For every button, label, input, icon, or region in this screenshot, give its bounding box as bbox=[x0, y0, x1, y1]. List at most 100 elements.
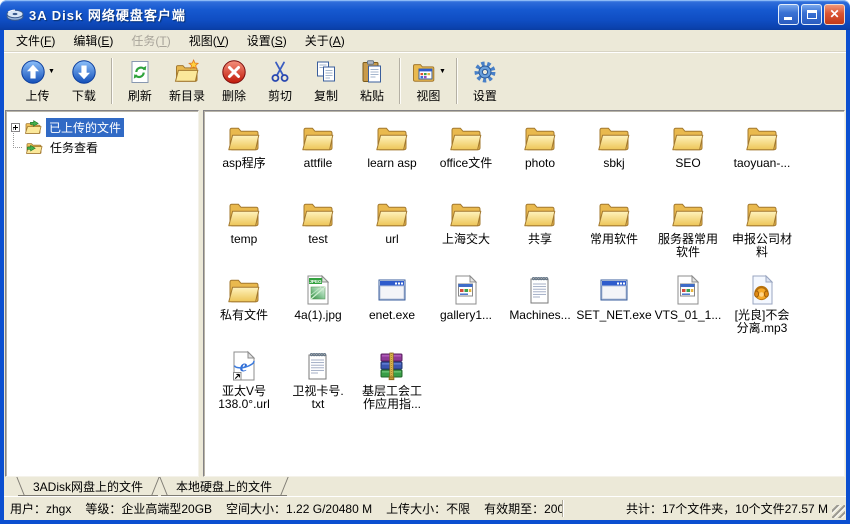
new-folder-icon bbox=[174, 59, 200, 85]
upload-button[interactable]: ▼ 上传 bbox=[14, 55, 61, 107]
rar-icon bbox=[375, 350, 409, 382]
jpeg-icon: JPEG bbox=[301, 274, 335, 306]
maximize-icon bbox=[807, 10, 817, 19]
menu-settings[interactable]: 设置(S) bbox=[238, 29, 296, 52]
file-item-exe[interactable]: enet.exe bbox=[355, 273, 429, 349]
file-item-text[interactable]: Machines... bbox=[503, 273, 577, 349]
close-button[interactable]: ✕ bbox=[824, 4, 845, 25]
status-bar: 用户：zhgx 等级：企业高端型20GB 空间大小：1.22 G/20480 M… bbox=[4, 496, 846, 520]
tree-label-task-view[interactable]: 任务查看 bbox=[47, 138, 101, 157]
copy-button[interactable]: 复制 bbox=[303, 55, 349, 107]
file-item-folder[interactable]: photo bbox=[503, 121, 577, 197]
file-label: learn asp bbox=[367, 157, 416, 170]
file-label: sbkj bbox=[603, 157, 624, 170]
file-item-rar[interactable]: 基层工会工作应用指... bbox=[355, 349, 429, 425]
file-item-folder[interactable]: taoyuan-... bbox=[725, 121, 799, 197]
view-dropdown-arrow[interactable]: ▼ bbox=[439, 68, 446, 75]
title-bar[interactable]: 3A Disk 网络硬盘客户端 ✕ bbox=[0, 0, 850, 30]
file-item-exe[interactable]: SET_NET.exe bbox=[577, 273, 651, 349]
toolbar-separator bbox=[111, 58, 113, 104]
file-label: 亚太V号138.0°.url bbox=[218, 385, 270, 411]
menu-view[interactable]: 视图(V) bbox=[180, 29, 238, 52]
file-item-folder[interactable]: temp bbox=[207, 197, 281, 273]
download-label: 下载 bbox=[72, 87, 96, 104]
download-button[interactable]: 下载 bbox=[61, 55, 107, 107]
file-item-folder[interactable]: 共享 bbox=[503, 197, 577, 273]
folder-icon bbox=[671, 122, 705, 154]
copy-icon bbox=[313, 59, 339, 85]
refresh-icon bbox=[127, 59, 153, 85]
toolbar-separator bbox=[399, 58, 401, 104]
file-label: url bbox=[385, 233, 398, 246]
file-label: temp bbox=[231, 233, 258, 246]
file-item-htmldoc[interactable]: VTS_01_1... bbox=[651, 273, 725, 349]
file-item-folder[interactable]: 上海交大 bbox=[429, 197, 503, 273]
file-label: SEO bbox=[675, 157, 700, 170]
view-icon bbox=[411, 59, 437, 85]
file-item-folder[interactable]: 私有文件 bbox=[207, 273, 281, 349]
tab-local-disk-files[interactable]: 本地硬盘上的文件 bbox=[161, 477, 287, 496]
file-item-jpeg[interactable]: JPEG 4a(1).jpg bbox=[281, 273, 355, 349]
file-label: 申报公司材料 bbox=[732, 233, 792, 259]
audio-icon bbox=[745, 274, 779, 306]
file-list-panel[interactable]: asp程序 attfile learn asp office文件 photo s… bbox=[203, 110, 845, 477]
file-item-folder[interactable]: learn asp bbox=[355, 121, 429, 197]
minimize-icon bbox=[784, 17, 792, 20]
file-item-folder[interactable]: SEO bbox=[651, 121, 725, 197]
refresh-button[interactable]: 刷新 bbox=[117, 55, 163, 107]
upload-dropdown-arrow[interactable]: ▼ bbox=[48, 68, 55, 75]
file-item-audio[interactable]: [光良]不会分离.mp3 bbox=[725, 273, 799, 349]
file-label: photo bbox=[525, 157, 555, 170]
paste-icon bbox=[359, 59, 385, 85]
file-label: taoyuan-... bbox=[734, 157, 791, 170]
file-item-folder[interactable]: 服务器常用软件 bbox=[651, 197, 725, 273]
tree-item-uploaded-files[interactable]: 已上传的文件 bbox=[8, 117, 196, 137]
main-content: 已上传的文件 任务查看 asp程序 attfile learn asp offi… bbox=[4, 110, 846, 477]
new-directory-button[interactable]: 新目录 bbox=[163, 55, 211, 107]
settings-label: 设置 bbox=[473, 87, 497, 104]
cut-button[interactable]: 剪切 bbox=[257, 55, 303, 107]
maximize-button[interactable] bbox=[801, 4, 822, 25]
menu-about[interactable]: 关于(A) bbox=[296, 29, 354, 52]
file-item-text[interactable]: 卫视卡号.txt bbox=[281, 349, 355, 425]
folder-icon bbox=[745, 122, 779, 154]
folder-tree-panel: 已上传的文件 任务查看 bbox=[5, 110, 199, 477]
paste-button[interactable]: 粘贴 bbox=[349, 55, 395, 107]
tree-item-task-view[interactable]: 任务查看 bbox=[21, 137, 196, 157]
tree-label-uploaded-files[interactable]: 已上传的文件 bbox=[46, 118, 124, 137]
delete-button[interactable]: 删除 bbox=[211, 55, 257, 107]
settings-button[interactable]: 设置 bbox=[462, 55, 508, 107]
file-item-folder[interactable]: sbkj bbox=[577, 121, 651, 197]
folder-icon bbox=[745, 198, 779, 230]
tab-network-disk-files[interactable]: 3ADisk网盘上的文件 bbox=[18, 477, 158, 496]
file-item-folder[interactable]: asp程序 bbox=[207, 121, 281, 197]
menu-edit[interactable]: 编辑(E) bbox=[64, 29, 122, 52]
file-label: 4a(1).jpg bbox=[294, 309, 341, 322]
task-view-folder-icon bbox=[26, 140, 43, 155]
delete-icon bbox=[221, 59, 247, 85]
upload-icon bbox=[20, 59, 46, 85]
menu-file[interactable]: 文件(F) bbox=[7, 29, 64, 52]
toolbar: ▼ 上传 下载 刷新 新目录 删除 剪切 bbox=[4, 52, 846, 110]
file-item-folder[interactable]: url bbox=[355, 197, 429, 273]
file-label: SET_NET.exe bbox=[576, 309, 651, 322]
file-item-folder[interactable]: 常用软件 bbox=[577, 197, 651, 273]
file-item-url[interactable]: e 亚太V号138.0°.url bbox=[207, 349, 281, 425]
file-item-folder[interactable]: attfile bbox=[281, 121, 355, 197]
file-label: enet.exe bbox=[369, 309, 415, 322]
view-button[interactable]: ▼ 视图 bbox=[405, 55, 452, 107]
folder-icon bbox=[227, 122, 261, 154]
file-item-htmldoc[interactable]: gallery1... bbox=[429, 273, 503, 349]
minimize-button[interactable] bbox=[778, 4, 799, 25]
file-grid: asp程序 attfile learn asp office文件 photo s… bbox=[204, 111, 844, 425]
refresh-label: 刷新 bbox=[128, 87, 152, 104]
file-item-folder[interactable]: office文件 bbox=[429, 121, 503, 197]
paste-label: 粘贴 bbox=[360, 87, 384, 104]
resize-grip-icon[interactable] bbox=[832, 505, 845, 518]
file-item-folder[interactable]: 申报公司材料 bbox=[725, 197, 799, 273]
file-item-folder[interactable]: test bbox=[281, 197, 355, 273]
folder-icon bbox=[449, 198, 483, 230]
status-valid-until: 有效期至：2009-05-29 bbox=[484, 500, 562, 517]
folder-icon bbox=[523, 198, 557, 230]
folder-icon bbox=[597, 122, 631, 154]
